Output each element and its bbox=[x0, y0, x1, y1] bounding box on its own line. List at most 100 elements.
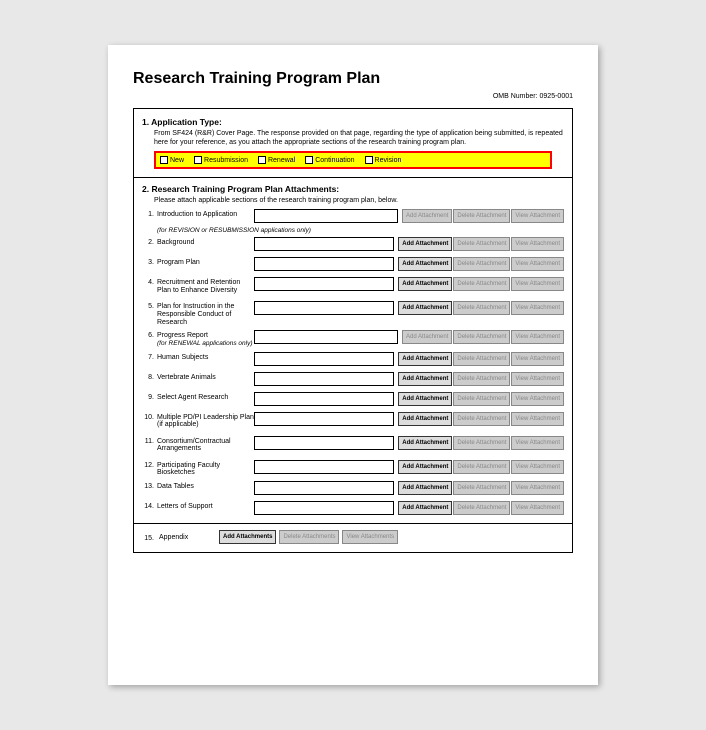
add-attachment-button[interactable]: Add Attachment bbox=[398, 352, 452, 366]
add-attachment-button[interactable]: Add Attachment bbox=[398, 412, 452, 426]
checkbox-revision[interactable]: Revision bbox=[365, 156, 402, 164]
view-attachment-button[interactable]: View Attachment bbox=[511, 257, 564, 271]
row-number: 2. bbox=[142, 237, 154, 246]
checkbox-new[interactable]: New bbox=[160, 156, 184, 164]
view-attachment-button[interactable]: View Attachment bbox=[511, 460, 564, 474]
row-label: Plan for Instruction in the Responsible … bbox=[154, 301, 254, 326]
add-attachments-button[interactable]: Add Attachments bbox=[219, 530, 276, 544]
delete-attachment-button[interactable]: Delete Attachment bbox=[453, 460, 510, 474]
checkbox-resubmission[interactable]: Resubmission bbox=[194, 156, 248, 164]
checkbox-renewal[interactable]: Renewal bbox=[258, 156, 295, 164]
attachment-input[interactable] bbox=[254, 352, 394, 366]
view-attachment-button[interactable]: View Attachment bbox=[511, 501, 564, 515]
attachment-row: 2.Background Add AttachmentDelete Attachm… bbox=[142, 237, 564, 253]
attachment-input[interactable] bbox=[254, 257, 394, 271]
checkbox-continuation[interactable]: Continuation bbox=[305, 156, 354, 164]
add-attachment-button[interactable]: Add Attachment bbox=[398, 481, 452, 495]
delete-attachment-button[interactable]: Delete Attachment bbox=[453, 392, 510, 406]
add-attachment-button[interactable]: Add Attachment bbox=[398, 301, 452, 315]
delete-attachment-button[interactable]: Delete Attachment bbox=[453, 330, 510, 344]
attachment-input[interactable] bbox=[254, 330, 398, 344]
delete-attachment-button[interactable]: Delete Attachment bbox=[453, 352, 510, 366]
attachment-input[interactable] bbox=[254, 392, 394, 406]
attachment-input[interactable] bbox=[254, 301, 394, 315]
view-attachment-button[interactable]: View Attachment bbox=[511, 392, 564, 406]
view-attachment-button[interactable]: View Attachment bbox=[511, 352, 564, 366]
attachment-input[interactable] bbox=[254, 277, 394, 291]
view-attachment-button[interactable]: View Attachment bbox=[511, 277, 564, 291]
row-label: Select Agent Research bbox=[154, 392, 254, 402]
form-container: 1. Application Type: From SF424 (R&R) Co… bbox=[133, 108, 573, 553]
add-attachment-button[interactable]: Add Attachment bbox=[398, 460, 452, 474]
row-label: Introduction to Application bbox=[154, 209, 254, 219]
divider bbox=[134, 523, 572, 524]
delete-attachments-button[interactable]: Delete Attachments bbox=[279, 530, 339, 544]
attachment-input[interactable] bbox=[254, 481, 394, 495]
add-attachment-button[interactable]: Add Attachment bbox=[398, 392, 452, 406]
row-label: Background bbox=[154, 237, 254, 247]
attachment-input[interactable] bbox=[254, 372, 394, 386]
checkbox-icon bbox=[160, 156, 168, 164]
attachment-input[interactable] bbox=[254, 436, 394, 450]
delete-attachment-button[interactable]: Delete Attachment bbox=[453, 501, 510, 515]
add-attachment-button[interactable]: Add Attachment bbox=[398, 277, 452, 291]
checkbox-icon bbox=[305, 156, 313, 164]
view-attachment-button[interactable]: View Attachment bbox=[511, 372, 564, 386]
attachment-row: 13.Data Tables Add AttachmentDelete Attac… bbox=[142, 481, 564, 497]
view-attachment-button[interactable]: View Attachment bbox=[511, 237, 564, 251]
add-attachment-button[interactable]: Add Attachment bbox=[398, 257, 452, 271]
application-type-options: New Resubmission Renewal Continuation Re… bbox=[154, 151, 552, 169]
add-attachment-button[interactable]: Add Attachment bbox=[398, 501, 452, 515]
row-label: Letters of Support bbox=[154, 501, 254, 511]
add-attachment-button[interactable]: Add Attachment bbox=[402, 330, 452, 344]
row-label: Data Tables bbox=[154, 481, 254, 491]
view-attachment-button[interactable]: View Attachment bbox=[511, 301, 564, 315]
view-attachment-button[interactable]: View Attachment bbox=[511, 412, 564, 426]
add-attachment-button[interactable]: Add Attachment bbox=[398, 372, 452, 386]
attachment-input[interactable] bbox=[254, 237, 394, 251]
delete-attachment-button[interactable]: Delete Attachment bbox=[453, 277, 510, 291]
omb-number: OMB Number: 0925-0001 bbox=[493, 93, 573, 100]
add-attachment-button[interactable]: Add Attachment bbox=[398, 436, 452, 450]
attachment-row: 12.Participating Faculty BiosketchesAdd … bbox=[142, 460, 564, 477]
page-title: Research Training Program Plan bbox=[133, 70, 573, 88]
view-attachment-button[interactable]: View Attachment bbox=[511, 330, 564, 344]
add-attachment-button[interactable]: Add Attachment bbox=[402, 209, 452, 223]
delete-attachment-button[interactable]: Delete Attachment bbox=[453, 301, 510, 315]
attachment-input[interactable] bbox=[254, 209, 398, 223]
attachment-row: 6.Progress Report(for RENEWAL applicatio… bbox=[142, 330, 564, 347]
section1-title: 1. Application Type: bbox=[142, 117, 564, 127]
view-attachment-button[interactable]: View Attachment bbox=[511, 436, 564, 450]
row-number: 13. bbox=[142, 481, 154, 490]
attachment-row: 1.Introduction to ApplicationAdd Attachm… bbox=[142, 209, 564, 225]
delete-attachment-button[interactable]: Delete Attachment bbox=[453, 257, 510, 271]
view-attachment-button[interactable]: View Attachment bbox=[511, 481, 564, 495]
delete-attachment-button[interactable]: Delete Attachment bbox=[453, 481, 510, 495]
section2-desc: Please attach applicable sections of the… bbox=[154, 196, 564, 205]
row-label: Consortium/Contractual Arrangements bbox=[154, 436, 254, 453]
attachment-input[interactable] bbox=[254, 460, 394, 474]
row-label: Program Plan bbox=[154, 257, 254, 267]
appendix-row: 15. Appendix Add Attachments Delete Atta… bbox=[142, 530, 564, 544]
view-attachment-button[interactable]: View Attachment bbox=[511, 209, 564, 223]
row-number: 6. bbox=[142, 330, 154, 339]
attachment-input[interactable] bbox=[254, 412, 394, 426]
attachment-input[interactable] bbox=[254, 501, 394, 515]
add-attachment-button[interactable]: Add Attachment bbox=[398, 237, 452, 251]
delete-attachment-button[interactable]: Delete Attachment bbox=[453, 237, 510, 251]
view-attachments-button[interactable]: View Attachments bbox=[342, 530, 398, 544]
row-number: 3. bbox=[142, 257, 154, 266]
row-label: Multiple PD/PI Leadership Plan (if appli… bbox=[154, 412, 254, 429]
attachment-rows: 1.Introduction to ApplicationAdd Attachm… bbox=[142, 209, 564, 517]
delete-attachment-button[interactable]: Delete Attachment bbox=[453, 372, 510, 386]
delete-attachment-button[interactable]: Delete Attachment bbox=[453, 412, 510, 426]
row-number: 15. bbox=[142, 533, 154, 542]
attachment-row: 7.Human SubjectsAdd AttachmentDelete Att… bbox=[142, 352, 564, 368]
attachment-row: 9.Select Agent ResearchAdd AttachmentDel… bbox=[142, 392, 564, 408]
row-number: 4. bbox=[142, 277, 154, 286]
attachment-row: 10.Multiple PD/PI Leadership Plan (if ap… bbox=[142, 412, 564, 432]
delete-attachment-button[interactable]: Delete Attachment bbox=[453, 436, 510, 450]
row-number: 11. bbox=[142, 436, 154, 445]
row-label: Human Subjects bbox=[154, 352, 254, 362]
delete-attachment-button[interactable]: Delete Attachment bbox=[453, 209, 510, 223]
